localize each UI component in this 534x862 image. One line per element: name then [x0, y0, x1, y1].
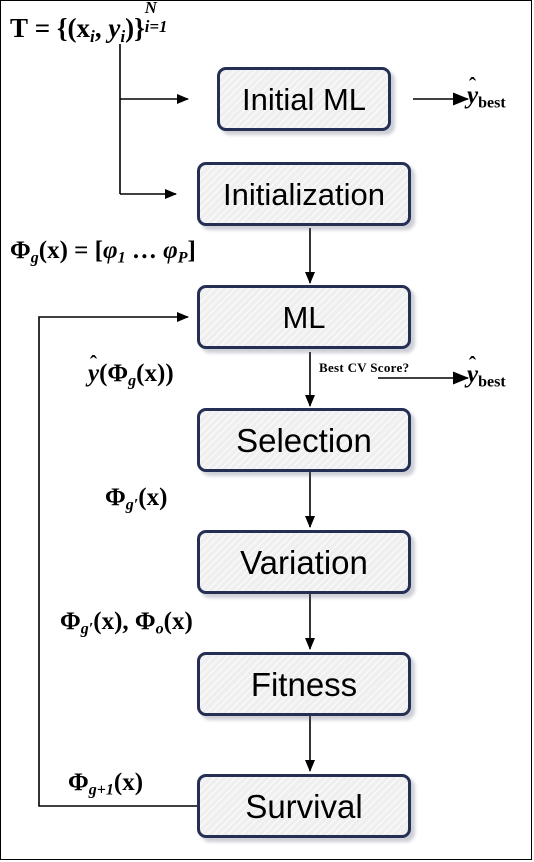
node-selection[interactable]: Selection: [197, 408, 411, 472]
node-initial-ml-label: Initial ML: [241, 81, 367, 117]
node-selection-label: Selection: [236, 421, 372, 459]
label-feature-vector: Φg(x) = [φ1 … φP]: [10, 237, 196, 267]
node-initialization-label: Initialization: [223, 176, 385, 212]
edge-survival-to-ml-feedback: [38, 312, 197, 807]
node-variation[interactable]: Variation: [197, 530, 411, 594]
label-prediction: ̂y(Φg(x)): [88, 360, 174, 390]
diagram-canvas: T = {(xi, yi)}Ni=1 Φg(x) = [φ1 … φP] ̂y(…: [0, 0, 534, 862]
node-fitness-label: Fitness: [250, 665, 358, 703]
label-phi-g-plus-1: Φg+1(x): [68, 769, 144, 799]
node-fitness[interactable]: Fitness: [197, 652, 411, 716]
node-variation-label: Variation: [240, 543, 368, 581]
node-ml[interactable]: ML: [197, 285, 411, 349]
label-best-cv-score: Best CV Score?: [319, 360, 410, 375]
label-y-best-top: ̂ybest: [467, 82, 506, 112]
node-survival[interactable]: Survival: [197, 774, 411, 838]
label-y-best-mid: ̂ybest: [467, 361, 506, 391]
node-initial-ml[interactable]: Initial ML: [217, 67, 391, 131]
node-ml-label: ML: [282, 299, 326, 335]
node-survival-label: Survival: [245, 787, 363, 825]
label-phi-g-prime-and-o: Φg′(x), Φo(x): [60, 608, 193, 638]
label-phi-g-prime: Φg′(x): [105, 484, 168, 514]
label-training-set: T = {(xi, yi)} Ni=1: [10, 0, 168, 46]
node-initialization[interactable]: Initialization: [197, 162, 411, 226]
